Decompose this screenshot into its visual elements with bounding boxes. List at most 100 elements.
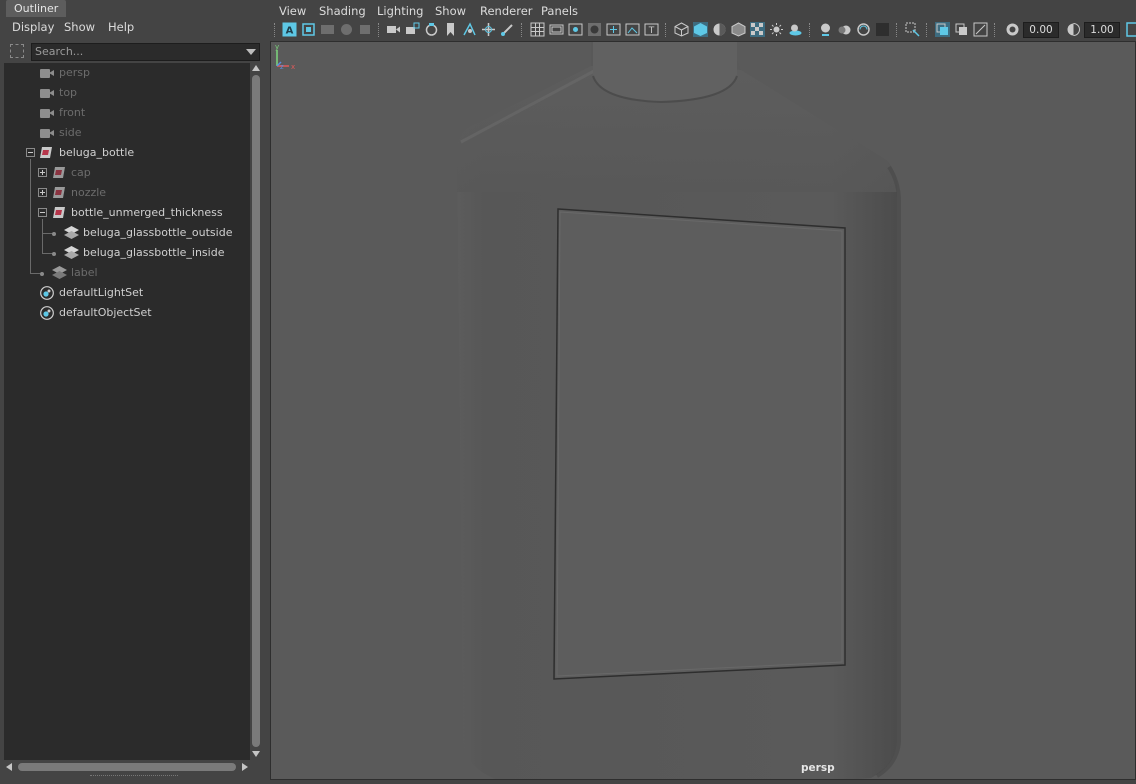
depth-of-field-icon[interactable] <box>875 22 890 37</box>
wireframe-on-shaded-icon[interactable] <box>731 22 746 37</box>
move-manipulator-icon[interactable] <box>481 22 496 37</box>
menu-show[interactable]: Show <box>435 4 466 18</box>
outliner-item-cap[interactable]: cap <box>4 163 250 183</box>
toolbar-separator <box>521 23 523 37</box>
menu-renderer[interactable]: Renderer <box>480 4 533 18</box>
item-label: persp <box>59 66 90 79</box>
outliner-horizontal-scrollbar[interactable] <box>4 761 250 773</box>
outliner-item-persp[interactable]: persp <box>4 63 250 83</box>
viewport-menubar: View Shading Lighting Show Renderer Pane… <box>268 0 1136 20</box>
outliner-item-glassbottle-inside[interactable]: beluga_glassbottle_inside <box>4 243 250 263</box>
xray-joints-icon[interactable] <box>973 22 988 37</box>
scroll-right-icon[interactable] <box>242 763 248 771</box>
search-placeholder: Search... <box>35 45 84 58</box>
collapse-toggle[interactable] <box>38 208 47 217</box>
tree-leaf-dot <box>40 272 44 276</box>
textured-icon[interactable] <box>750 22 765 37</box>
screen-space-ao-icon[interactable] <box>818 22 833 37</box>
transform-icon <box>53 167 65 178</box>
item-label: nozzle <box>71 186 107 199</box>
outliner-item-side[interactable]: side <box>4 123 250 143</box>
outliner-tab[interactable]: Outliner <box>6 0 67 17</box>
3d-viewport[interactable]: y x z persp <box>270 41 1136 780</box>
grid-snap-icon[interactable] <box>462 22 477 37</box>
outliner-item-top[interactable]: top <box>4 83 250 103</box>
scroll-down-icon[interactable] <box>252 751 260 757</box>
bookmarks-icon[interactable] <box>320 22 335 37</box>
isolate-select-icon[interactable] <box>905 22 920 37</box>
paint-tool-icon[interactable] <box>500 22 515 37</box>
outliner-item-beluga-bottle[interactable]: beluga_bottle <box>4 143 250 163</box>
toolbar-separator <box>809 23 811 37</box>
item-label: beluga_glassbottle_inside <box>83 246 225 259</box>
menu-display[interactable]: Display <box>12 20 54 34</box>
expand-toggle[interactable] <box>38 168 47 177</box>
outliner-item-default-object-set[interactable]: defaultObjectSet <box>4 303 250 323</box>
tree-leaf-dot <box>52 252 56 256</box>
expand-toggle[interactable] <box>38 188 47 197</box>
gate-mask-icon[interactable] <box>587 22 602 37</box>
film-gate-icon[interactable] <box>424 22 439 37</box>
select-camera-icon[interactable]: A <box>282 22 297 37</box>
image-plane-icon[interactable] <box>339 22 354 37</box>
gamma-icon[interactable] <box>1066 22 1081 37</box>
default-material-icon[interactable] <box>712 22 727 37</box>
search-input[interactable]: Search... <box>31 43 260 61</box>
outliner-item-glassbottle-outside[interactable]: beluga_glassbottle_outside <box>4 223 250 243</box>
wireframe-icon[interactable] <box>674 22 689 37</box>
viewport-toolbar: A T 0.00 1.00 <box>268 20 1136 40</box>
grid-icon[interactable] <box>530 22 545 37</box>
scrollbar-thumb[interactable] <box>18 763 236 771</box>
field-chart-icon[interactable] <box>606 22 621 37</box>
camera-icon <box>40 69 54 78</box>
menu-help[interactable]: Help <box>108 20 134 34</box>
outliner-menubar: Display Show Help <box>0 17 266 39</box>
toolbar-separator <box>274 23 276 37</box>
resolution-gate-icon[interactable] <box>568 22 583 37</box>
toolbar-separator <box>896 23 898 37</box>
outliner-item-nozzle[interactable]: nozzle <box>4 183 250 203</box>
shadows-icon[interactable] <box>788 22 803 37</box>
outliner-item-front[interactable]: front <box>4 103 250 123</box>
use-all-lights-icon[interactable] <box>769 22 784 37</box>
color-management-icon[interactable] <box>1126 22 1136 37</box>
camera-icon[interactable] <box>386 22 401 37</box>
two-d-pan-icon[interactable] <box>358 22 373 37</box>
scrollbar-thumb[interactable] <box>252 75 260 747</box>
item-label: beluga_bottle <box>59 146 135 159</box>
safe-action-icon[interactable] <box>625 22 640 37</box>
lock-camera-icon[interactable] <box>405 22 420 37</box>
search-dropdown-icon[interactable] <box>246 49 256 55</box>
outliner-item-bottle-unmerged-thickness[interactable]: bottle_unmerged_thickness <box>4 203 250 223</box>
menu-show[interactable]: Show <box>64 20 95 34</box>
collapse-toggle[interactable] <box>26 148 35 157</box>
menu-shading[interactable]: Shading <box>319 4 366 18</box>
motion-blur-icon[interactable] <box>837 22 852 37</box>
camera-icon <box>40 129 54 138</box>
camera-icon <box>40 89 54 98</box>
gamma-field[interactable]: 1.00 <box>1084 22 1120 38</box>
smooth-shade-icon[interactable] <box>693 22 708 37</box>
camera-icon <box>40 109 54 118</box>
outliner-item-default-light-set[interactable]: defaultLightSet <box>4 283 250 303</box>
filter-icon[interactable] <box>10 44 24 58</box>
menu-lighting[interactable]: Lighting <box>377 4 423 18</box>
outliner-vertical-scrollbar[interactable] <box>250 63 262 760</box>
outliner-tree[interactable]: persp top front side beluga_bottle cap n… <box>4 63 250 760</box>
multisample-aa-icon[interactable] <box>856 22 871 37</box>
panel-resize-grip[interactable] <box>90 775 178 778</box>
scroll-left-icon[interactable] <box>6 763 12 771</box>
bookmark-icon[interactable] <box>443 22 458 37</box>
mesh-icon <box>64 226 79 239</box>
scroll-up-icon[interactable] <box>252 65 260 71</box>
menu-panels[interactable]: Panels <box>541 4 578 18</box>
exposure-icon[interactable] <box>1005 22 1020 37</box>
exposure-field[interactable]: 0.00 <box>1023 22 1059 38</box>
xray-active-components-icon[interactable] <box>954 22 969 37</box>
menu-view[interactable]: View <box>279 4 306 18</box>
camera-attributes-icon[interactable] <box>301 22 316 37</box>
film-gate-toggle-icon[interactable] <box>549 22 564 37</box>
outliner-item-label[interactable]: label <box>4 263 250 283</box>
xray-icon[interactable] <box>935 22 950 37</box>
safe-title-icon[interactable]: T <box>644 22 659 37</box>
